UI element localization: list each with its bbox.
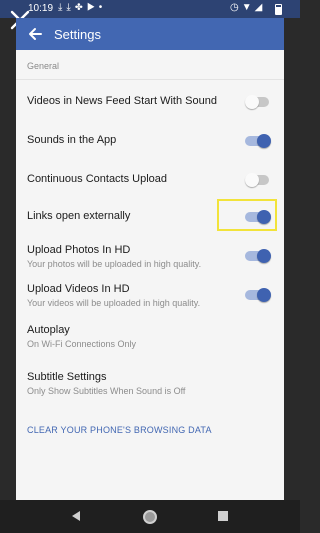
photos-hd-toggle[interactable] <box>245 249 271 263</box>
download-icon: ⤓ <box>66 2 75 13</box>
toggle-knob <box>245 173 259 187</box>
setting-photos-hd[interactable]: Upload Photos In HD Your photos will be … <box>16 241 284 277</box>
videos-sound-toggle[interactable] <box>245 95 271 109</box>
toggle-knob <box>245 95 259 109</box>
navigation-bar <box>0 500 300 533</box>
settings-list: General Videos in News Feed Start With S… <box>16 50 284 500</box>
setting-contacts-upload[interactable]: Continuous Contacts Upload <box>16 166 284 202</box>
setting-videos-hd[interactable]: Upload Videos In HD Your videos will be … <box>16 280 284 316</box>
battery-icon <box>275 4 282 15</box>
contacts-upload-toggle[interactable] <box>245 173 271 187</box>
setting-label: Autoplay <box>27 324 70 336</box>
highlight-box <box>217 199 277 231</box>
alarm-icon: ◷ <box>230 2 242 13</box>
clear-browsing-data-link[interactable]: CLEAR YOUR PHONE'S BROWSING DATA <box>27 425 212 435</box>
notification-icons: ⤓⤓✤▶• <box>58 2 106 13</box>
setting-subtitles[interactable]: Subtitle Settings Only Show Subtitles Wh… <box>16 368 284 404</box>
setting-description: Your photos will be uploaded in high qua… <box>27 259 202 269</box>
toggle-knob <box>257 288 271 302</box>
setting-description: Only Show Subtitles When Sound is Off <box>27 386 186 396</box>
setting-description: Your videos will be uploaded in high qua… <box>27 298 201 308</box>
setting-videos-sound[interactable]: Videos in News Feed Start With Sound <box>16 88 284 124</box>
setting-label: Links open externally <box>27 210 131 222</box>
back-arrow-icon[interactable] <box>26 25 44 43</box>
signal-icon: ◢ <box>254 2 266 13</box>
dot-icon: • <box>98 2 107 13</box>
nav-home-icon[interactable] <box>143 510 157 524</box>
nav-recents-icon[interactable] <box>218 511 228 521</box>
setting-autoplay[interactable]: Autoplay On Wi-Fi Connections Only <box>16 321 284 357</box>
toggle-knob <box>257 134 271 148</box>
setting-app-sounds[interactable]: Sounds in the App <box>16 127 284 163</box>
videos-hd-toggle[interactable] <box>245 288 271 302</box>
setting-label: Upload Photos In HD <box>27 244 131 256</box>
setting-label: Upload Videos In HD <box>27 283 130 295</box>
setting-label: Subtitle Settings <box>27 371 107 383</box>
app-bar: Settings <box>16 18 284 50</box>
setting-label: Continuous Contacts Upload <box>27 173 168 185</box>
setting-label: Videos in News Feed Start With Sound <box>27 95 217 107</box>
page-title: Settings <box>54 27 101 42</box>
youtube-icon: ▶ <box>86 2 99 13</box>
setting-description: On Wi-Fi Connections Only <box>27 339 137 349</box>
system-icons: ◷▼◢ <box>230 2 265 13</box>
status-bar: 10:19 ⤓⤓✤▶• ◷▼◢ <box>0 0 300 18</box>
app-sounds-toggle[interactable] <box>245 134 271 148</box>
setting-label: Sounds in the App <box>27 134 117 146</box>
divider <box>16 79 284 80</box>
nav-back-icon[interactable] <box>70 510 82 522</box>
pinwheel-icon: ✤ <box>74 2 87 13</box>
toggle-knob <box>257 249 271 263</box>
wifi-icon: ▼ <box>241 2 255 13</box>
section-header: General <box>27 61 60 71</box>
